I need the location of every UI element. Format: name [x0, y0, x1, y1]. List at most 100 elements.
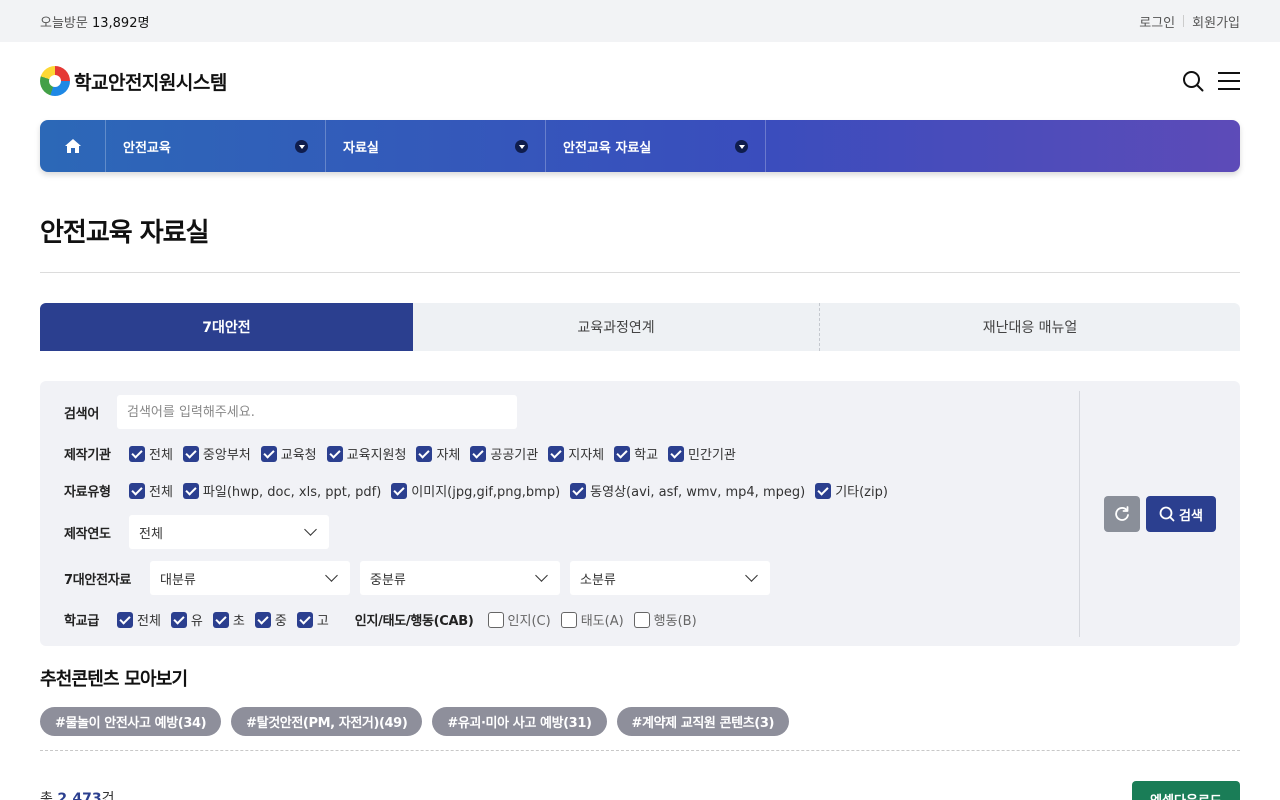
- type-checkbox[interactable]: 이미지(jpg,gif,png,bmp): [391, 481, 560, 500]
- chevron-down-icon: [295, 139, 308, 153]
- site-header: 학교안전지원시스템: [0, 42, 1280, 120]
- producer-checkbox[interactable]: 중앙부처: [182, 444, 251, 463]
- minor-category-value: 소분류: [580, 572, 616, 588]
- grade-checkbox[interactable]: 초: [212, 610, 245, 629]
- type-checkbox[interactable]: 파일(hwp, doc, xls, ppt, pdf): [182, 481, 381, 500]
- producer-row: 제작기관 전체 중앙부처 교육청 교육지원청 자체 공공기관 지자체 학교 민간…: [64, 444, 746, 463]
- search-button[interactable]: 검색: [1146, 496, 1216, 532]
- search-input[interactable]: [117, 395, 517, 429]
- grade-label: 학교급: [64, 614, 99, 629]
- tab-curriculum[interactable]: 교육과정연계: [413, 303, 819, 351]
- menu-icon[interactable]: [1218, 70, 1240, 92]
- producer-checkbox[interactable]: 공공기관: [470, 444, 538, 463]
- grade-checkbox[interactable]: 유: [170, 610, 203, 629]
- category-row: 7대안전자료 대분류 중분류 소분류: [64, 561, 770, 595]
- chevron-down-icon: [535, 569, 548, 582]
- grade-checkbox[interactable]: 중: [254, 610, 287, 629]
- type-checkbox[interactable]: 기타(zip): [815, 481, 888, 500]
- visitor-label: 오늘방문: [40, 15, 88, 31]
- checkbox-checked-icon: [815, 482, 832, 499]
- recommended-title: 추천콘텐츠 모아보기: [40, 669, 188, 690]
- checkbox-checked-icon: [614, 445, 631, 462]
- major-category-select[interactable]: 대분류: [150, 561, 350, 595]
- chevron-down-icon: [735, 139, 748, 153]
- home-button[interactable]: [40, 120, 106, 172]
- checkbox-checked-icon: [182, 445, 199, 462]
- checkbox-checked-icon: [570, 482, 587, 499]
- checkbox-checked-icon: [170, 611, 187, 628]
- recommended-tag[interactable]: #유괴·미아 사고 예방(31): [432, 707, 607, 736]
- search-icon: [1159, 506, 1175, 522]
- chevron-down-icon: [304, 523, 317, 536]
- nav-menu-label: 안전교육 자료실: [563, 140, 652, 156]
- chevron-down-icon: [745, 569, 758, 582]
- cab-checkbox[interactable]: 인지(C): [487, 610, 551, 629]
- recommended-tag[interactable]: #물놀이 안전사고 예방(34): [40, 707, 222, 736]
- nav-menu-label: 자료실: [343, 140, 379, 156]
- cab-checkbox[interactable]: 태도(A): [560, 610, 624, 629]
- breadcrumb-nav: 안전교육 자료실 안전교육 자료실: [40, 120, 1240, 172]
- checkbox-checked-icon: [548, 445, 565, 462]
- major-category-value: 대분류: [160, 572, 196, 588]
- year-select[interactable]: 전체: [129, 515, 329, 549]
- checkbox-checked-icon: [391, 482, 408, 499]
- chevron-down-icon: [515, 139, 528, 153]
- checkbox-checked-icon: [212, 611, 229, 628]
- checkbox-checked-icon: [470, 445, 487, 462]
- checkbox-checked-icon: [129, 482, 145, 499]
- recommended-tag[interactable]: #계약제 교직원 콘텐츠(3): [616, 707, 790, 736]
- header-actions: [1182, 70, 1240, 92]
- grade-checkbox[interactable]: 전체: [117, 610, 161, 629]
- grade-checkbox[interactable]: 고: [296, 610, 329, 629]
- keyword-label: 검색어: [64, 406, 99, 422]
- checkbox-unchecked-icon: [487, 611, 504, 628]
- year-select-value: 전체: [139, 526, 163, 542]
- tab-7-safety[interactable]: 7대안전: [40, 303, 413, 351]
- producer-checkbox[interactable]: 전체: [129, 444, 173, 463]
- nav-menu-safety-archive[interactable]: 안전교육 자료실: [546, 120, 766, 172]
- visitor-counter: 오늘방문 13,892명: [40, 12, 149, 31]
- producer-checkbox[interactable]: 교육지원청: [326, 444, 406, 463]
- type-checkbox[interactable]: 동영상(avi, asf, wmv, mp4, mpeg): [570, 481, 805, 500]
- excel-download-button[interactable]: 엑셀다운로드: [1132, 781, 1240, 800]
- nav-menu-archive[interactable]: 자료실: [326, 120, 546, 172]
- producer-checkbox[interactable]: 지자체: [548, 444, 604, 463]
- type-checkbox[interactable]: 전체: [129, 481, 173, 500]
- tab-disaster-manual[interactable]: 재난대응 매뉴얼: [819, 303, 1240, 351]
- minor-category-select[interactable]: 소분류: [570, 561, 770, 595]
- year-row: 제작연도 전체: [64, 515, 329, 549]
- home-icon: [64, 139, 81, 153]
- title-divider: [40, 272, 1240, 273]
- checkbox-checked-icon: [668, 445, 685, 462]
- result-count: 2,473: [57, 791, 102, 800]
- producer-checkbox[interactable]: 학교: [614, 444, 658, 463]
- year-label: 제작연도: [64, 526, 111, 542]
- search-icon[interactable]: [1182, 70, 1204, 92]
- checkbox-checked-icon: [260, 445, 277, 462]
- grade-row: 학교급 전체 유 초 중 고 인지/태도/행동(CAB) 인지(C) 태도(A)…: [64, 610, 707, 629]
- login-link[interactable]: 로그인: [1139, 12, 1175, 31]
- checkbox-checked-icon: [129, 445, 145, 462]
- producer-checkbox[interactable]: 민간기관: [668, 444, 736, 463]
- checkbox-checked-icon: [326, 445, 343, 462]
- divider: [1183, 15, 1185, 27]
- page-title: 안전교육 자료실: [40, 218, 209, 248]
- signup-link[interactable]: 회원가입: [1192, 12, 1240, 31]
- producer-checkbox[interactable]: 자체: [416, 444, 460, 463]
- panel-divider: [1079, 391, 1080, 637]
- cab-label: 인지/태도/행동(CAB): [354, 614, 474, 629]
- producer-checkbox[interactable]: 교육청: [260, 444, 317, 463]
- nav-menu-safety-education[interactable]: 안전교육: [106, 120, 326, 172]
- reset-button[interactable]: [1104, 496, 1140, 532]
- middle-category-select[interactable]: 중분류: [360, 561, 560, 595]
- recommended-tag[interactable]: #탈것안전(PM, 자전거)(49): [231, 707, 423, 736]
- category-label: 7대안전자료: [64, 572, 132, 588]
- checkbox-unchecked-icon: [633, 611, 650, 628]
- section-divider: [40, 750, 1240, 751]
- checkbox-unchecked-icon: [560, 611, 577, 628]
- checkbox-checked-icon: [416, 445, 433, 462]
- site-logo[interactable]: 학교안전지원시스템: [40, 66, 227, 96]
- auth-links: 로그인 회원가입: [1139, 12, 1240, 31]
- nav-menu-label: 안전교육: [123, 140, 171, 156]
- cab-checkbox[interactable]: 행동(B): [633, 610, 697, 629]
